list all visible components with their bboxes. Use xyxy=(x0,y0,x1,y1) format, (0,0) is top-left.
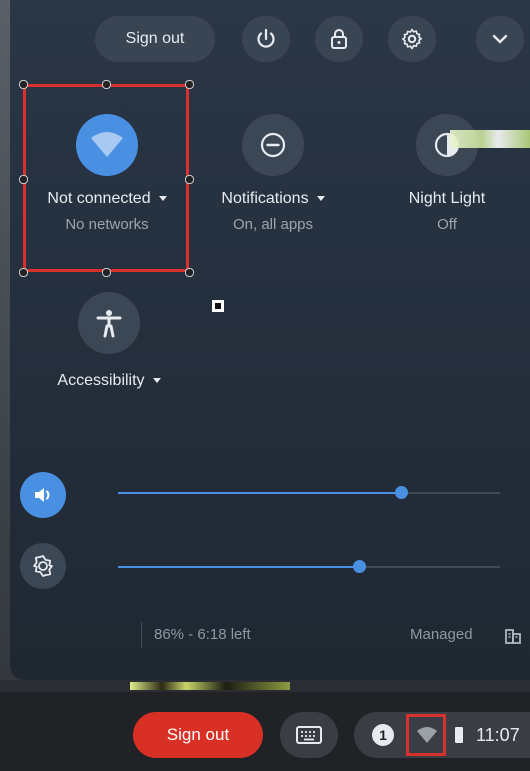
enterprise-icon[interactable] xyxy=(504,627,522,645)
collapse-button[interactable] xyxy=(476,16,524,62)
selection-highlight xyxy=(406,714,446,756)
glitch-artifact xyxy=(450,130,530,148)
notifications-tile[interactable]: Notifications On, all apps xyxy=(198,114,348,233)
divider xyxy=(141,622,142,648)
shelf: Sign out 1 11:07 xyxy=(0,692,530,771)
resize-handle xyxy=(102,80,111,89)
accessibility-icon xyxy=(96,310,122,338)
resize-handle xyxy=(102,268,111,277)
resize-handle xyxy=(185,175,194,184)
glitch-strip xyxy=(0,680,530,692)
resize-handle xyxy=(185,80,194,89)
lock-icon xyxy=(331,29,347,49)
keyboard-button[interactable] xyxy=(280,712,338,758)
notification-counter[interactable]: 1 xyxy=(372,724,394,746)
clock: 11:07 xyxy=(476,725,520,745)
quick-settings-panel: Sign out Not connected No networks Notif… xyxy=(10,0,530,680)
resize-handle xyxy=(185,268,194,277)
accessibility-toggle[interactable] xyxy=(78,292,140,354)
volume-slider-fill xyxy=(118,492,401,494)
night-light-label[interactable]: Night Light xyxy=(374,190,520,208)
brightness-button[interactable] xyxy=(20,543,66,589)
brightness-slider-thumb[interactable] xyxy=(352,560,366,573)
volume-icon xyxy=(35,488,50,502)
power-icon xyxy=(257,28,275,48)
caret-down-icon xyxy=(316,196,325,202)
shelf-sign-out-button[interactable]: Sign out xyxy=(133,712,263,758)
accessibility-label[interactable]: Accessibility xyxy=(34,372,184,390)
do-not-disturb-icon xyxy=(260,132,286,158)
night-light-status: Off xyxy=(437,216,457,233)
battery-icon xyxy=(455,727,463,743)
artifact-icon xyxy=(212,300,224,312)
power-button[interactable] xyxy=(242,16,290,62)
volume-slider-thumb[interactable] xyxy=(394,486,408,499)
selection-highlight xyxy=(23,84,189,272)
resize-handle xyxy=(19,175,28,184)
settings-button[interactable] xyxy=(388,16,436,62)
volume-slider[interactable] xyxy=(118,486,500,499)
keyboard-icon xyxy=(296,726,322,744)
sign-out-button[interactable]: Sign out xyxy=(95,16,215,62)
caret-down-icon xyxy=(152,378,161,384)
notifications-toggle[interactable] xyxy=(242,114,304,176)
notifications-status: On, all apps xyxy=(232,216,314,233)
resize-handle xyxy=(19,80,28,89)
gear-icon xyxy=(402,28,422,50)
managed-label[interactable]: Managed xyxy=(410,626,473,643)
lock-button[interactable] xyxy=(315,16,363,62)
chevron-down-icon xyxy=(492,34,508,44)
brightness-slider[interactable] xyxy=(118,560,500,573)
accessibility-tile[interactable]: Accessibility xyxy=(34,292,184,390)
mute-button[interactable] xyxy=(20,472,66,518)
status-area[interactable]: 1 11:07 xyxy=(354,712,530,758)
notifications-label[interactable]: Notifications xyxy=(198,190,348,208)
resize-handle xyxy=(19,268,28,277)
brightness-slider-fill xyxy=(118,566,359,568)
battery-status: 86% - 6:18 left xyxy=(154,626,251,643)
brightness-icon xyxy=(33,555,53,577)
